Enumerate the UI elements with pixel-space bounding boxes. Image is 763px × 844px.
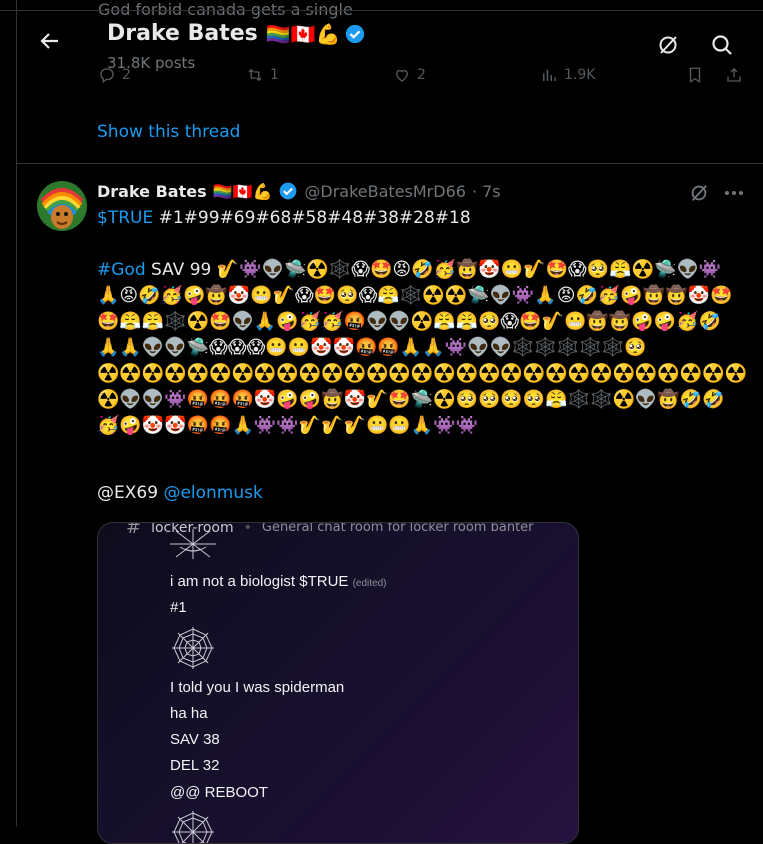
avatar[interactable] (37, 181, 87, 231)
grok-icon (691, 185, 708, 201)
search-icon (712, 35, 732, 55)
tweet-line-1: $TRUE #1#99#69#68#58#48#38#28#18 (97, 208, 471, 228)
mention-elonmusk[interactable]: @elonmusk (163, 483, 262, 503)
cashtag-true[interactable]: $TRUE (97, 208, 153, 228)
more-icon (725, 191, 743, 195)
show-thread-link[interactable]: Show this thread (97, 122, 240, 142)
timeline-border (16, 0, 17, 827)
back-button[interactable] (38, 29, 62, 53)
tweet-divider (17, 163, 763, 164)
verified-badge-icon (280, 182, 297, 200)
emoji-string: 🎷👾👽🛸☢️🕸️😱🤩😡🤣🥳🤠🤡😬🎷🤩😱🥺😤☢️🛸👽👾🙏😡🤣🥳🤪🤠🤡😬🎷😱🤩🥺😱😤… (97, 259, 747, 436)
message-6: DEL 32 (170, 757, 220, 774)
message-1-text: i am not a biologist $TRUE (170, 573, 349, 590)
header-title: Drake Bates 🏳️‍🌈🇨🇦💪 (107, 21, 366, 46)
grok-icon (659, 36, 677, 54)
author-flags: 🏳️‍🌈🇨🇦💪 (212, 181, 273, 201)
tweet-header: Drake Bates 🏳️‍🌈🇨🇦💪 @DrakeBatesMrD66 · 7… (97, 181, 501, 201)
author-handle[interactable]: @DrakeBatesMrD66 (304, 182, 466, 201)
message-7: @@ REBOOT (170, 784, 268, 801)
message-4: ha ha (170, 705, 208, 722)
post-count: 31.8K posts (107, 54, 196, 72)
profile-header: Drake Bates 🏳️‍🌈🇨🇦💪 31.8K posts (16, 11, 763, 81)
tweet-grok-button[interactable] (688, 182, 710, 204)
more-options-button[interactable] (722, 182, 746, 204)
avatar-image (37, 181, 87, 231)
spider-web-icon (170, 529, 216, 559)
search-button[interactable] (710, 33, 734, 57)
verified-badge-icon (346, 24, 365, 43)
header-display-name: Drake Bates (107, 21, 258, 46)
message-1: i am not a biologist $TRUE (edited) (170, 573, 387, 590)
back-arrow-icon (40, 33, 58, 49)
hashtag-text: #1#99#69#68#58#48#38#28#18 (153, 208, 471, 228)
header-flags: 🏳️‍🌈🇨🇦💪 (265, 21, 341, 46)
message-3: I told you I was spiderman (170, 679, 345, 696)
tweet-timestamp[interactable]: · 7s (472, 182, 501, 201)
tweet-mentions: @EX69 @elonmusk (97, 483, 263, 503)
hash-icon: # (126, 522, 142, 538)
grok-button[interactable] (656, 33, 680, 57)
edited-tag: (edited) (352, 578, 387, 589)
author-name[interactable]: Drake Bates (97, 182, 207, 201)
message-5: SAV 38 (170, 731, 220, 748)
tweet-media-image[interactable]: # locker-room • General chat room for lo… (97, 522, 579, 844)
mention-ex69: @EX69 (97, 483, 159, 503)
channel-topic: General chat room for locker room banter (261, 522, 534, 535)
tweet-emoji-paragraph: #God SAV 99 🎷👾👽🛸☢️🕸️😱🤩😡🤣🥳🤠🤡😬🎷🤩😱🥺😤☢️🛸👽👾🙏😡… (97, 257, 747, 439)
spider-web-icon (172, 627, 214, 669)
message-2: #1 (170, 599, 187, 616)
hashtag-god[interactable]: #God (97, 260, 146, 280)
separator-dot: • (243, 522, 252, 536)
sav-text: SAV 99 (145, 260, 217, 280)
